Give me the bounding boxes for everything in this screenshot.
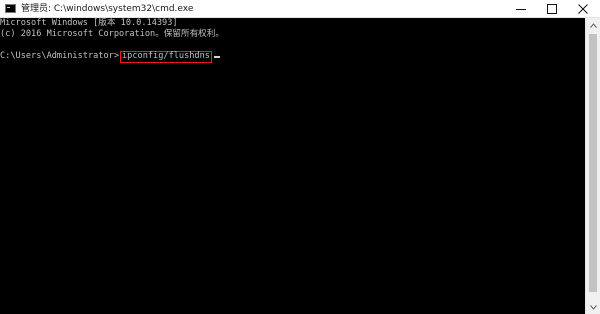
highlighted-command: ipconfig/flushdns	[120, 51, 212, 63]
scroll-up-arrow-icon	[589, 22, 597, 28]
minimize-button[interactable]	[506, 0, 536, 17]
text-cursor	[213, 56, 220, 58]
console-output[interactable]: Microsoft Windows [版本 10.0.14393] (c) 20…	[0, 18, 585, 314]
scroll-up-button[interactable]	[586, 18, 600, 32]
scroll-down-arrow-icon	[589, 304, 597, 310]
scrollbar-thumb[interactable]	[589, 34, 597, 292]
close-icon	[578, 3, 588, 14]
console-line: Microsoft Windows [版本 10.0.14393]	[0, 18, 178, 28]
maximize-icon	[547, 3, 557, 14]
cmd-console-icon[interactable]	[5, 4, 16, 13]
title-bar[interactable]: 管理员: C:\windows\system32\cmd.exe	[0, 0, 600, 18]
console-line: (c) 2016 Microsoft Corporation。保留所有权利。	[0, 29, 224, 39]
cmd-window: 管理员: C:\windows\system32\cmd.exe Microso…	[0, 0, 600, 314]
scroll-down-button[interactable]	[586, 300, 600, 314]
vertical-scrollbar[interactable]	[585, 18, 600, 314]
close-button[interactable]	[568, 0, 598, 17]
maximize-button[interactable]	[537, 0, 567, 17]
minimize-icon	[516, 8, 526, 10]
command-prompt: C:\Users\Administrator>	[0, 51, 119, 61]
window-title: 管理员: C:\windows\system32\cmd.exe	[21, 4, 194, 14]
prompt-line: C:\Users\Administrator> ipconfig/flushdns	[0, 51, 585, 63]
